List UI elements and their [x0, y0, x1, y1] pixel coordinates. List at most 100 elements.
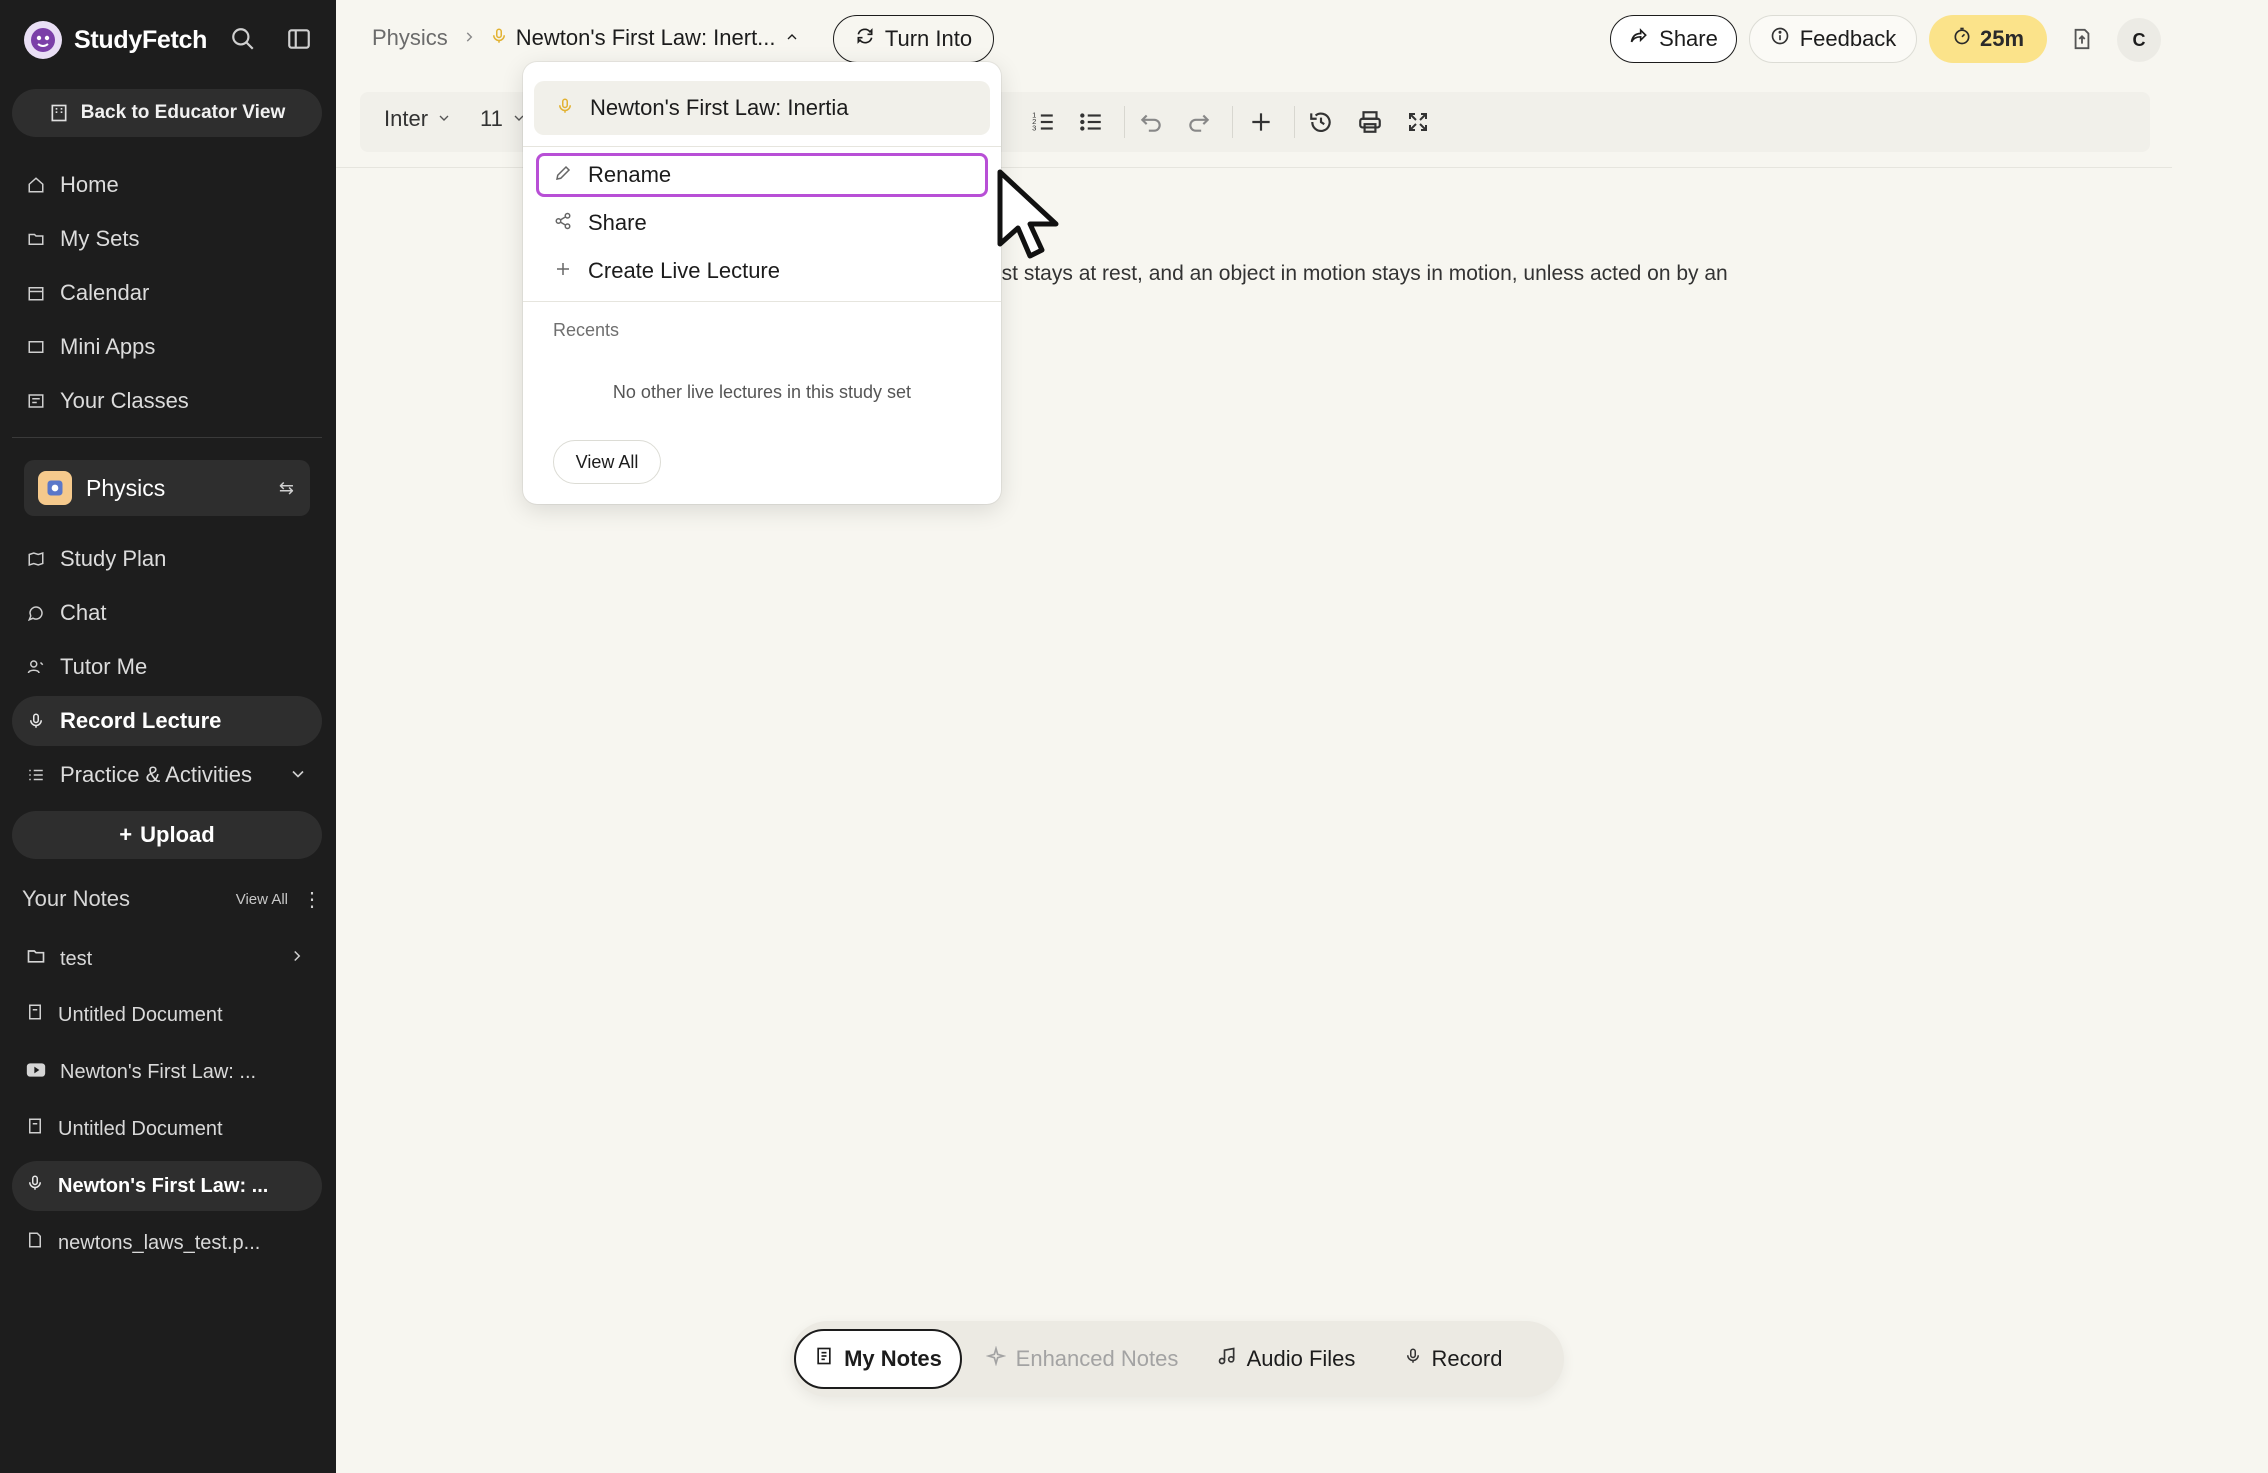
educator-button-label: Back to Educator View	[80, 102, 286, 123]
current-set-switcher[interactable]: Physics ⇆	[24, 460, 310, 516]
note-item-label: Untitled Document	[58, 1117, 223, 1140]
feedback-button[interactable]: Feedback	[1749, 15, 1917, 63]
note-item-label: test	[60, 947, 93, 970]
practice-icon	[26, 765, 46, 785]
notes-view-tabs: My Notes Enhanced Notes Audio Files Reco…	[790, 1321, 1564, 1397]
folder-icon	[26, 946, 46, 972]
turn-into-button[interactable]: Turn Into	[833, 15, 994, 63]
set-avatar-icon	[38, 471, 72, 505]
tab-record[interactable]: Record	[1384, 1329, 1522, 1389]
tab-enhanced-notes[interactable]: Enhanced Notes	[976, 1329, 1188, 1389]
sidebar-item-mini-apps[interactable]: Mini Apps	[12, 322, 322, 372]
menu-item-label: Rename	[588, 162, 672, 187]
user-avatar[interactable]: C	[2117, 18, 2161, 62]
chevron-down-icon[interactable]	[288, 764, 308, 790]
youtube-icon	[26, 1061, 46, 1084]
tutor-icon	[26, 657, 46, 677]
undo-icon[interactable]	[1136, 107, 1166, 137]
bullet-list-icon[interactable]	[1076, 107, 1106, 137]
share-button[interactable]: Share	[1610, 15, 1737, 63]
tab-label: Record	[1431, 1346, 1503, 1371]
recents-empty-text: No other live lectures in this study set	[612, 382, 912, 402]
note-item-active[interactable]: Newton's First Law: ...	[12, 1161, 322, 1211]
print-icon[interactable]	[1355, 107, 1385, 137]
chevron-up-icon	[784, 25, 800, 51]
sidebar-item-label: Tutor Me	[60, 654, 148, 679]
note-item-label: Newton's First Law: ...	[60, 1060, 257, 1083]
sidebar-divider	[12, 437, 322, 438]
tab-audio-files[interactable]: Audio Files	[1202, 1329, 1370, 1389]
sidebar-item-calendar[interactable]: Calendar	[12, 268, 322, 318]
notes-view-all-link[interactable]: View All	[236, 891, 288, 908]
document-body-text[interactable]: est stays at rest, and an object in moti…	[990, 262, 1728, 286]
map-icon	[26, 549, 46, 569]
share-menu-item[interactable]: Share	[536, 201, 988, 245]
sidebar: StudyFetch Back to Educator View Home My…	[0, 0, 336, 1473]
sidebar-item-tutor-me[interactable]: Tutor Me	[12, 642, 322, 692]
note-item[interactable]: newtons_laws_test.p...	[12, 1218, 322, 1268]
mic-icon	[1404, 1346, 1422, 1372]
font-family-select[interactable]: Inter	[384, 106, 452, 132]
note-item-label: Untitled Document	[58, 1003, 223, 1026]
mic-icon	[26, 711, 46, 731]
note-item-folder[interactable]: test	[12, 934, 322, 984]
menu-item-label: Create Live Lecture	[588, 258, 780, 283]
sidebar-item-my-sets[interactable]: My Sets	[12, 214, 322, 264]
sidebar-item-label: Practice & Activities	[60, 762, 252, 787]
dropdown-current-title: Newton's First Law: Inertia	[590, 95, 849, 120]
chat-icon	[26, 603, 46, 623]
note-item[interactable]: Untitled Document	[12, 990, 322, 1040]
plus-icon: +	[119, 822, 133, 847]
tab-my-notes[interactable]: My Notes	[794, 1329, 962, 1389]
sidebar-toggle-icon[interactable]	[284, 24, 314, 54]
home-icon	[26, 175, 46, 195]
history-icon[interactable]	[1306, 107, 1336, 137]
upload-button-label: Upload	[140, 822, 215, 847]
redo-icon[interactable]	[1184, 107, 1214, 137]
sidebar-item-chat[interactable]: Chat	[12, 588, 322, 638]
sidebar-item-label: Chat	[60, 600, 107, 625]
search-icon[interactable]	[228, 24, 258, 54]
font-size-select[interactable]: 11	[480, 106, 527, 132]
export-icon[interactable]	[2067, 24, 2097, 54]
chevron-right-icon[interactable]	[288, 947, 306, 971]
chevron-down-icon	[436, 106, 452, 132]
tab-label: Audio Files	[1246, 1346, 1356, 1371]
upload-button[interactable]: + Upload	[12, 811, 322, 859]
more-vertical-icon[interactable]: ⋮	[302, 887, 322, 912]
notes-icon	[814, 1346, 834, 1372]
timer-value: 25m	[1979, 26, 2025, 51]
brand[interactable]: StudyFetch	[24, 20, 207, 60]
insert-plus-icon[interactable]	[1246, 107, 1276, 137]
ordered-list-icon[interactable]: 123	[1028, 107, 1058, 137]
view-all-button[interactable]: View All	[553, 440, 661, 484]
swap-icon[interactable]: ⇆	[279, 478, 294, 499]
note-item[interactable]: Newton's First Law: ...	[12, 1047, 322, 1097]
breadcrumb-root[interactable]: Physics	[372, 25, 448, 51]
dropdown-current-lecture[interactable]: Newton's First Law: Inertia	[534, 81, 990, 135]
sidebar-item-home[interactable]: Home	[12, 160, 322, 210]
rename-menu-item[interactable]: Rename	[536, 153, 988, 197]
dropdown-divider	[523, 146, 1001, 147]
apps-icon	[26, 337, 46, 357]
timer-icon	[1952, 26, 1972, 52]
share-label: Share	[1659, 26, 1718, 51]
fullscreen-icon[interactable]	[1403, 107, 1433, 137]
mic-icon	[26, 1174, 44, 1198]
note-item-label: Newton's First Law: ...	[58, 1174, 269, 1197]
sidebar-item-study-plan[interactable]: Study Plan	[12, 534, 322, 584]
timer-button[interactable]: 25m	[1929, 15, 2047, 63]
note-item[interactable]: Untitled Document	[12, 1104, 322, 1154]
breadcrumb-current-dropdown[interactable]: Newton's First Law: Inert...	[490, 25, 800, 51]
sidebar-item-label: Home	[60, 172, 119, 197]
sidebar-item-practice-activities[interactable]: Practice & Activities	[12, 750, 322, 800]
lecture-options-dropdown: Newton's First Law: Inertia Rename Share…	[523, 62, 1001, 504]
pdf-icon	[26, 1231, 44, 1255]
create-live-lecture-menu-item[interactable]: Create Live Lecture	[536, 249, 988, 293]
back-to-educator-button[interactable]: Back to Educator View	[12, 89, 322, 137]
sidebar-item-record-lecture[interactable]: Record Lecture	[12, 696, 322, 746]
feedback-label: Feedback	[1799, 26, 1897, 51]
info-icon	[1770, 26, 1790, 52]
sidebar-item-your-classes[interactable]: Your Classes	[12, 376, 322, 426]
mouse-cursor-icon	[997, 169, 1059, 259]
